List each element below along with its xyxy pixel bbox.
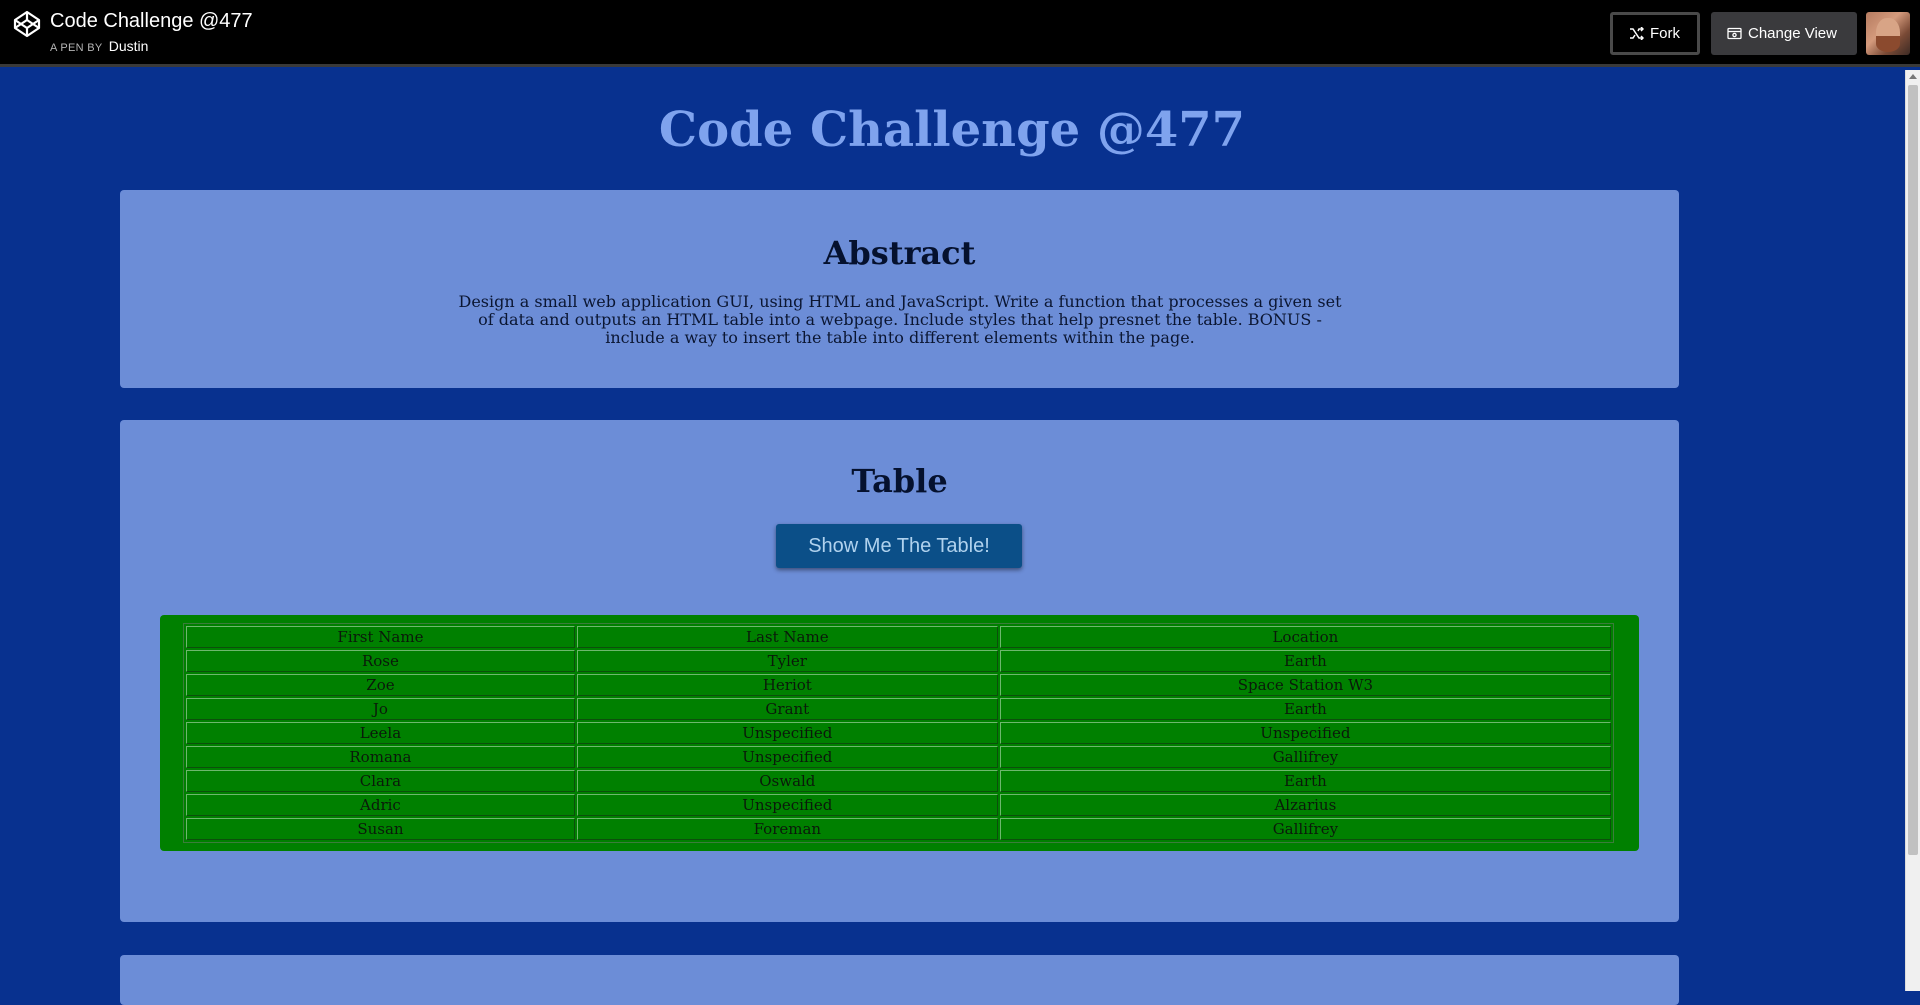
cell-location: Earth xyxy=(999,770,1611,792)
page-scrollbar[interactable] xyxy=(1905,70,1920,991)
cell-last-name: Tyler xyxy=(576,650,998,672)
scroll-thumb[interactable] xyxy=(1908,85,1918,855)
fork-button[interactable]: Fork xyxy=(1610,12,1700,55)
page-title: Code Challenge @477 xyxy=(658,102,1246,158)
fork-label: Fork xyxy=(1650,25,1680,42)
table-row: Adric Unspecified Alzarius xyxy=(186,794,1611,816)
cell-last-name: Unspecified xyxy=(576,722,998,744)
table-header-row: First Name Last Name Location xyxy=(186,626,1611,648)
cell-first-name: Susan xyxy=(186,818,575,840)
cell-first-name: Romana xyxy=(186,746,575,768)
column-header-last-name: Last Name xyxy=(576,626,998,648)
table-heading: Table xyxy=(851,462,948,500)
cell-location: Unspecified xyxy=(999,722,1611,744)
byline-prefix: A PEN BY xyxy=(50,42,103,54)
cell-first-name: Clara xyxy=(186,770,575,792)
fork-icon xyxy=(1630,27,1644,40)
table-row: Rose Tyler Earth xyxy=(186,650,1611,672)
column-header-first-name: First Name xyxy=(186,626,575,648)
cell-last-name: Heriot xyxy=(576,674,998,696)
table-row: Zoe Heriot Space Station W3 xyxy=(186,674,1611,696)
cell-location: Gallifrey xyxy=(999,818,1611,840)
cell-location: Earth xyxy=(999,698,1611,720)
abstract-section: Abstract Design a small web application … xyxy=(120,190,1679,388)
cell-location: Alzarius xyxy=(999,794,1611,816)
cell-first-name: Leela xyxy=(186,722,575,744)
cell-location: Earth xyxy=(999,650,1611,672)
pen-title: Code Challenge @477 xyxy=(50,10,253,32)
scroll-up-arrow-icon[interactable] xyxy=(1909,74,1917,79)
change-view-icon xyxy=(1727,27,1742,40)
cell-first-name: Rose xyxy=(186,650,575,672)
table-row: Clara Oswald Earth xyxy=(186,770,1611,792)
table-row: Jo Grant Earth xyxy=(186,698,1611,720)
table-container: First Name Last Name Location Rose Tyler… xyxy=(160,615,1639,851)
cell-location: Gallifrey xyxy=(999,746,1611,768)
cell-last-name: Oswald xyxy=(576,770,998,792)
table-row: Leela Unspecified Unspecified xyxy=(186,722,1611,744)
change-view-label: Change View xyxy=(1748,25,1837,42)
cell-last-name: Unspecified xyxy=(576,746,998,768)
author-link[interactable]: Dustin xyxy=(109,38,149,54)
codepen-header: Code Challenge @477 A PEN BY Dustin Fork… xyxy=(0,0,1920,67)
table-section: Table Show Me The Table! First Name Last… xyxy=(120,420,1679,922)
table-row: Susan Foreman Gallifrey xyxy=(186,818,1611,840)
show-table-button[interactable]: Show Me The Table! xyxy=(776,524,1022,568)
cell-first-name: Zoe xyxy=(186,674,575,696)
change-view-button[interactable]: Change View xyxy=(1711,12,1857,55)
cell-last-name: Grant xyxy=(576,698,998,720)
avatar-beard xyxy=(1876,36,1900,52)
cell-first-name: Jo xyxy=(186,698,575,720)
data-table: First Name Last Name Location Rose Tyler… xyxy=(183,623,1614,843)
column-header-location: Location xyxy=(999,626,1611,648)
codepen-logo-icon[interactable] xyxy=(13,10,41,38)
user-avatar[interactable] xyxy=(1866,12,1910,55)
pen-byline: A PEN BY Dustin xyxy=(50,38,148,54)
abstract-text: Design a small web application GUI, usin… xyxy=(458,292,1342,347)
abstract-heading: Abstract xyxy=(823,234,976,272)
cell-location: Space Station W3 xyxy=(999,674,1611,696)
cell-first-name: Adric xyxy=(186,794,575,816)
table-row: Romana Unspecified Gallifrey xyxy=(186,746,1611,768)
next-section xyxy=(120,955,1679,1005)
cell-last-name: Foreman xyxy=(576,818,998,840)
cell-last-name: Unspecified xyxy=(576,794,998,816)
